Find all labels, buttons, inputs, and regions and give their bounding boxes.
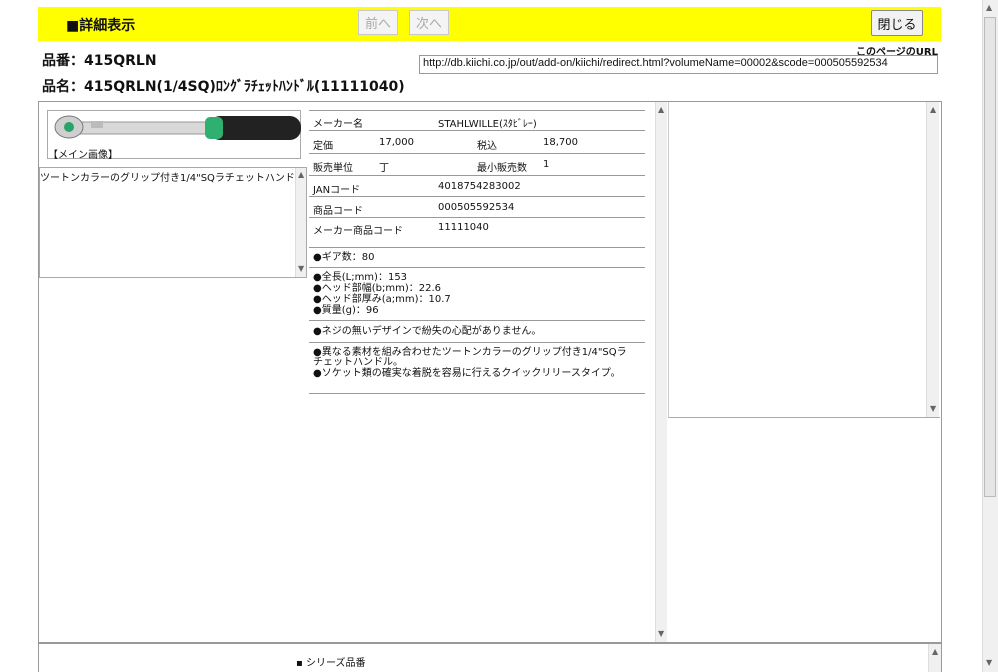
feature-dim: ●ヘッド部幅(b;mm)：22.6 [313,283,441,294]
scroll-up-icon[interactable]: ▲ [986,3,992,12]
spec-value: 4018754283002 [438,181,521,192]
series-label-text: シリーズ品番 [305,658,366,669]
spec-value: 11111040 [438,222,489,233]
feature-material: チェットハンドル。 [313,357,403,368]
ratchet-handle-image [54,115,301,140]
series-scrollbar[interactable]: ▲ [928,644,941,672]
spec-row-maker-code: メーカー商品コード 11111040 [309,218,645,248]
prev-button[interactable]: 前へ [358,10,398,35]
scroll-down-icon[interactable]: ▼ [986,658,992,667]
scroll-up-icon[interactable]: ▲ [658,105,664,114]
right-panel [668,102,940,418]
scroll-down-icon[interactable]: ▼ [298,264,304,273]
spec-value: 17,000 [379,137,414,148]
series-label: ▪ シリーズ品番 [296,658,366,669]
product-name: 品名：415QRLN(1/4SQ)ﾛﾝｸﾞﾗﾁｪｯﾄﾊﾝﾄﾞﾙ(11111040… [42,79,405,95]
page-scroll-thumb[interactable] [984,17,996,497]
spec-label: 販売単位 [313,163,353,174]
scroll-down-icon[interactable]: ▼ [658,629,664,638]
close-button[interactable]: 閉じる [871,10,923,36]
scroll-up-icon[interactable]: ▲ [298,170,304,179]
scroll-up-icon[interactable]: ▲ [930,105,936,114]
spec-label: メーカー商品コード [313,226,403,237]
feature-gear: ●ギア数：80 [313,252,375,263]
spec-scrollbar[interactable]: ▲ ▼ [655,102,667,642]
spec-row-price: 定価 17,000 税込 18,700 [309,131,645,154]
spec-value: 丁 [379,163,389,174]
feature-dim: ●質量(g)：96 [313,305,379,316]
spec-value: 1 [543,159,550,170]
scroll-up-icon[interactable]: ▲ [932,647,938,656]
feature-screw: ●ネジの無いデザインで紛失の心配がありません。 [313,326,542,337]
product-number: 品番：415QRLN [42,53,157,69]
page-title: ■詳細表示 [66,18,136,34]
spec-label: 最小販売数 [477,163,527,174]
spec-label: JANコード [313,185,361,196]
feature-dim: ●ヘッド部厚み(a;mm)：10.7 [313,294,451,305]
spec-value: 000505592534 [438,202,515,213]
spec-label: 定価 [313,141,333,152]
spec-label: メーカー名 [313,119,363,130]
spec-row-jan: JANコード 4018754283002 [309,176,645,197]
right-panel-scrollbar[interactable]: ▲ ▼ [926,102,939,417]
spec-row-maker: メーカー名 STAHLWILLE(ｽﾀﾋﾞﾚｰ) [309,110,645,131]
description-text: ツートンカラーのグリップ付き1/4"SQラチェットハンドル [40,173,305,184]
spec-value: STAHLWILLE(ｽﾀﾋﾞﾚｰ) [438,119,537,130]
spec-row-product-code: 商品コード 000505592534 [309,197,645,218]
header-bar: ■詳細表示 前へ 次へ 閉じる [38,7,941,41]
feature-material: ●ソケット類の確実な着脱を容易に行えるクイックリリースタイプ。 [313,368,621,379]
next-button[interactable]: 次へ [409,10,449,35]
spec-row-unit: 販売単位 丁 最小販売数 1 [309,154,645,176]
series-frame [38,643,942,672]
description-scrollbar[interactable]: ▲ ▼ [295,168,306,277]
image-caption: 【メイン画像】 [48,150,118,161]
page-url-field[interactable]: http://db.kiichi.co.jp/out/add-on/kiichi… [419,55,938,74]
spec-label: 税込 [477,141,497,152]
scroll-down-icon[interactable]: ▼ [930,404,936,413]
spec-value: 18,700 [543,137,578,148]
feature-dim: ●全長(L;mm)：153 [313,272,408,283]
spec-label: 商品コード [313,206,363,217]
